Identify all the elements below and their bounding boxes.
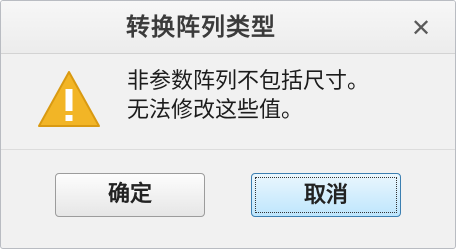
ok-button[interactable]: 确定 <box>55 173 205 217</box>
close-icon[interactable]: ✕ <box>403 11 439 45</box>
warning-icon <box>38 71 100 127</box>
dialog-titlebar: 转换阵列类型 ✕ <box>1 1 455 54</box>
cancel-button-label: 取消 <box>255 177 397 213</box>
dialog-message: 非参数阵列不包括尺寸。 无法修改这些值。 <box>127 67 447 125</box>
cancel-button[interactable]: 取消 <box>251 173 401 217</box>
ok-button-label: 确定 <box>107 182 152 207</box>
divider <box>1 149 455 150</box>
message-line-2: 无法修改这些值。 <box>127 98 304 123</box>
convert-pattern-type-dialog: 转换阵列类型 ✕ 非参数阵列不包括尺寸。 无法修改这些值。 确定 取消 <box>0 0 456 249</box>
dialog-title: 转换阵列类型 <box>126 13 276 41</box>
message-line-1: 非参数阵列不包括尺寸。 <box>127 69 370 94</box>
